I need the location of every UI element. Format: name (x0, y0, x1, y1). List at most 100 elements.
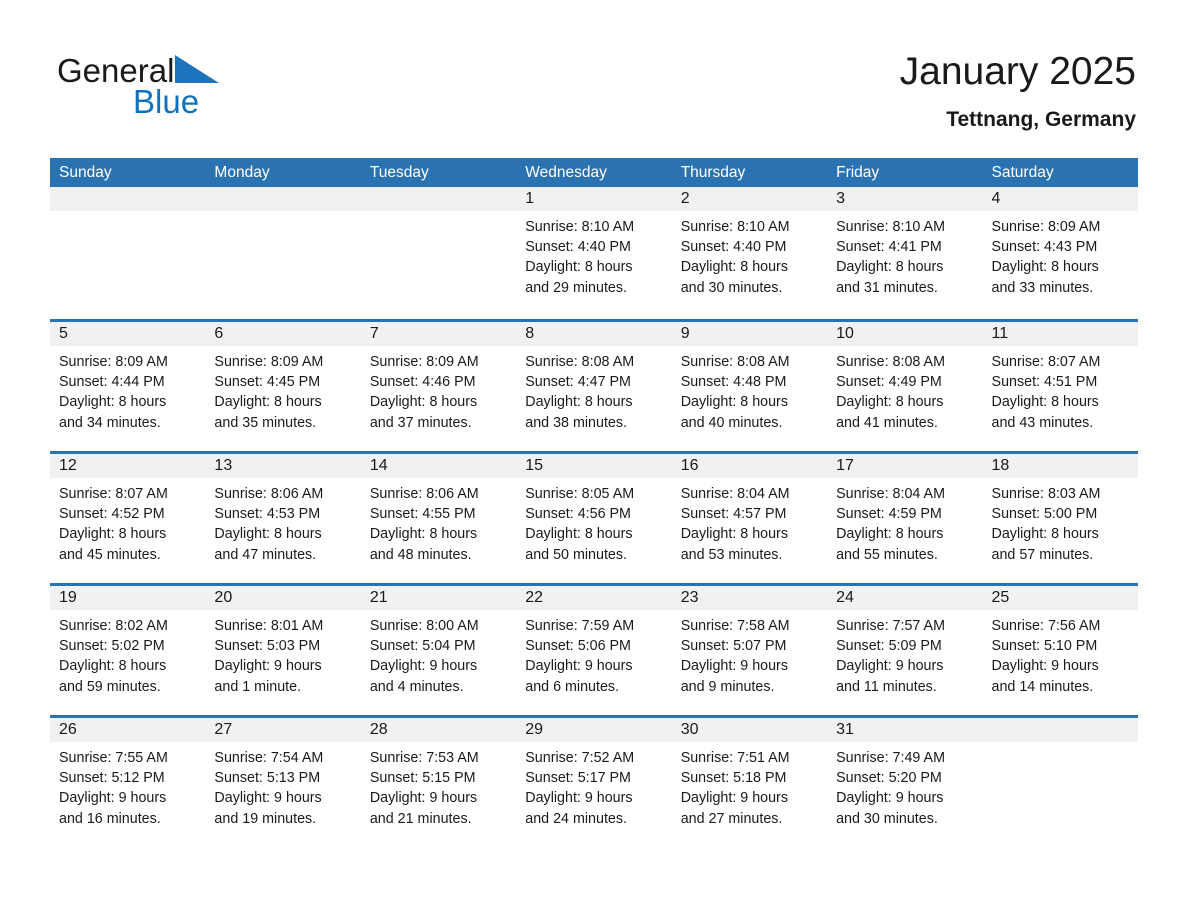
day-cell[interactable]: 7 Sunrise: 8:09 AM Sunset: 4:46 PM Daylight… (360, 322, 517, 451)
daylight-text-line2: and 55 minutes. (836, 546, 938, 563)
day-cell[interactable]: 29 Sunrise: 7:52 AM Sunset: 5:17 PM Dayligh… (516, 718, 672, 847)
day-info: Sunrise: 8:04 AM Sunset: 4:57 PM Daylight:… (672, 478, 827, 565)
day-number: 8 (525, 325, 535, 342)
daylight-text-line2: and 1 minute. (214, 678, 302, 695)
sunrise-text: Sunrise: 7:52 AM (525, 750, 635, 766)
day-cell[interactable]: 10 Sunrise: 8:08 AM Sunset: 4:49 PM Dayligh… (827, 322, 983, 451)
general-blue-logo[interactable]: General Blue (57, 52, 387, 132)
sunset-text: Sunset: 4:49 PM (836, 374, 942, 391)
day-cell[interactable]: 28 Sunrise: 7:53 AM Sunset: 5:15 PM Dayligh… (360, 718, 517, 847)
day-number: 9 (680, 325, 690, 342)
day-number: 22 (525, 589, 544, 606)
day-cell[interactable]: 31 Sunrise: 7:49 AM Sunset: 5:20 PM Dayligh… (827, 718, 983, 847)
logo-text-blue: Blue (133, 83, 200, 120)
day-number-band: 29 (516, 718, 672, 742)
sunrise-text: Sunrise: 8:10 AM (525, 219, 635, 235)
sunrise-text: Sunrise: 8:09 AM (991, 219, 1101, 235)
weekday-friday: Friday (836, 164, 880, 181)
day-cell[interactable]: 20 Sunrise: 8:01 AM Sunset: 5:03 PM Dayligh… (205, 586, 361, 715)
sunset-text: Sunset: 4:47 PM (525, 374, 631, 391)
sunrise-text: Sunrise: 8:08 AM (836, 354, 945, 370)
day-cell[interactable]: 16 Sunrise: 8:04 AM Sunset: 4:57 PM Dayligh… (671, 454, 828, 583)
sunset-text: Sunset: 4:56 PM (525, 506, 631, 523)
day-cell[interactable]: 22 Sunrise: 7:59 AM Sunset: 5:06 PM Dayligh… (516, 586, 672, 715)
daylight-text-line2: and 50 minutes. (525, 546, 627, 563)
day-cell[interactable]: 27 Sunrise: 7:54 AM Sunset: 5:13 PM Dayligh… (205, 718, 361, 847)
day-cell[interactable]: 13 Sunrise: 8:06 AM Sunset: 4:53 PM Dayligh… (205, 454, 361, 583)
day-cell[interactable]: 3 Sunrise: 8:10 AM Sunset: 4:41 PM Daylight… (827, 187, 983, 319)
weekday-saturday: Saturday (991, 164, 1054, 181)
day-cell[interactable]: 4 Sunrise: 8:09 AM Sunset: 4:43 PM Daylight… (982, 187, 1138, 319)
day-info: Sunrise: 8:08 AM Sunset: 4:48 PM Daylight:… (672, 346, 827, 433)
sunset-text: Sunset: 4:41 PM (836, 239, 942, 256)
calendar-page: General Blue January 2025 Tettnang, Germ… (0, 0, 1188, 918)
day-cell[interactable]: 14 Sunrise: 8:06 AM Sunset: 4:55 PM Dayligh… (360, 454, 517, 583)
day-info: Sunrise: 8:03 AM Sunset: 5:00 PM Daylight:… (983, 478, 1138, 565)
daylight-text-line2: and 45 minutes. (59, 546, 161, 563)
daylight-text-line1: Daylight: 8 hours (59, 526, 167, 543)
sunrise-text: Sunrise: 7:55 AM (59, 750, 168, 766)
daylight-text-line2: and 9 minutes. (680, 678, 775, 695)
day-cell[interactable]: 8 Sunrise: 8:08 AM Sunset: 4:47 PM Daylight… (516, 322, 672, 451)
sunset-text: Sunset: 5:06 PM (525, 638, 631, 655)
day-cell[interactable]: 21 Sunrise: 8:00 AM Sunset: 5:04 PM Dayligh… (360, 586, 517, 715)
day-number-band: 12 (50, 454, 206, 478)
sunrise-text: Sunrise: 8:08 AM (525, 354, 635, 370)
day-info: Sunrise: 8:10 AM Sunset: 4:40 PM Daylight:… (516, 211, 671, 298)
day-cell-empty (50, 187, 206, 319)
daylight-text-line2: and 53 minutes. (680, 546, 783, 563)
day-number-band: 3 (827, 187, 983, 211)
sunrise-text: Sunrise: 8:07 AM (59, 486, 168, 502)
daylight-text-line1: Daylight: 9 hours (680, 658, 788, 675)
daylight-text-line1: Daylight: 8 hours (525, 526, 633, 543)
day-cell[interactable]: 18 Sunrise: 8:03 AM Sunset: 5:00 PM Dayligh… (982, 454, 1138, 583)
day-cell[interactable]: 25 Sunrise: 7:56 AM Sunset: 5:10 PM Dayligh… (982, 586, 1138, 715)
day-cell[interactable]: 12 Sunrise: 8:07 AM Sunset: 4:52 PM Dayligh… (50, 454, 206, 583)
daylight-text-line2: and 35 minutes. (214, 414, 317, 431)
daylight-text-line1: Daylight: 9 hours (836, 658, 944, 675)
day-cell[interactable]: 23 Sunrise: 7:58 AM Sunset: 5:07 PM Dayligh… (671, 586, 828, 715)
day-number: 6 (214, 325, 224, 342)
daylight-text-line2: and 57 minutes. (991, 546, 1094, 563)
day-cell[interactable]: 6 Sunrise: 8:09 AM Sunset: 4:45 PM Daylight… (205, 322, 361, 451)
daylight-text-line2: and 59 minutes. (59, 678, 161, 695)
day-number: 27 (214, 721, 233, 738)
day-info: Sunrise: 8:00 AM Sunset: 5:04 PM Daylight:… (361, 610, 516, 697)
day-cell[interactable]: 9 Sunrise: 8:08 AM Sunset: 4:48 PM Daylight… (671, 322, 828, 451)
sunrise-text: Sunrise: 8:09 AM (369, 354, 479, 370)
day-number: 13 (214, 457, 233, 474)
day-number: 26 (59, 721, 77, 738)
day-number-band (205, 187, 361, 211)
daylight-text-line1: Daylight: 9 hours (836, 790, 944, 807)
day-info: Sunrise: 8:02 AM Sunset: 5:02 PM Daylight:… (50, 610, 205, 697)
day-cell[interactable]: 5 Sunrise: 8:09 AM Sunset: 4:44 PM Daylight… (50, 322, 206, 451)
daylight-text-line1: Daylight: 8 hours (836, 394, 944, 411)
daylight-text-line2: and 14 minutes. (991, 678, 1094, 695)
day-cell[interactable]: 2 Sunrise: 8:10 AM Sunset: 4:40 PM Daylight… (671, 187, 828, 319)
daylight-text-line1: Daylight: 9 hours (214, 790, 322, 807)
day-cell[interactable]: 1 Sunrise: 8:10 AM Sunset: 4:40 PM Daylight… (516, 187, 672, 319)
weekday-monday: Monday (214, 164, 270, 181)
day-cell[interactable]: 19 Sunrise: 8:02 AM Sunset: 5:02 PM Dayligh… (50, 586, 206, 715)
day-info: Sunrise: 8:10 AM Sunset: 4:40 PM Daylight:… (672, 211, 827, 298)
day-cell[interactable]: 11 Sunrise: 8:07 AM Sunset: 4:51 PM Dayligh… (982, 322, 1138, 451)
daylight-text-line2: and 19 minutes. (214, 810, 317, 827)
day-info: Sunrise: 8:06 AM Sunset: 4:53 PM Daylight:… (205, 478, 360, 565)
day-cell[interactable]: 30 Sunrise: 7:51 AM Sunset: 5:18 PM Dayligh… (671, 718, 828, 847)
day-number-band: 21 (360, 586, 517, 610)
day-cell[interactable]: 15 Sunrise: 8:05 AM Sunset: 4:56 PM Dayligh… (516, 454, 672, 583)
day-cell[interactable]: 17 Sunrise: 8:04 AM Sunset: 4:59 PM Dayligh… (827, 454, 983, 583)
daylight-text-line2: and 16 minutes. (59, 810, 161, 827)
day-info: Sunrise: 7:57 AM Sunset: 5:09 PM Daylight:… (827, 610, 982, 697)
day-number-band: 4 (982, 187, 1138, 211)
day-cell[interactable]: 26 Sunrise: 7:55 AM Sunset: 5:12 PM Dayligh… (50, 718, 206, 847)
day-number-band: 14 (360, 454, 517, 478)
day-number-band: 18 (982, 454, 1138, 478)
sunrise-text: Sunrise: 7:54 AM (214, 750, 324, 766)
page-header: General Blue January 2025 Tettnang, Germ… (0, 0, 1188, 158)
daylight-text-line2: and 21 minutes. (369, 810, 472, 827)
day-cell[interactable]: 24 Sunrise: 7:57 AM Sunset: 5:09 PM Dayligh… (827, 586, 983, 715)
day-number: 29 (525, 721, 544, 738)
day-number: 10 (836, 325, 854, 342)
day-number-band: 25 (982, 586, 1138, 610)
